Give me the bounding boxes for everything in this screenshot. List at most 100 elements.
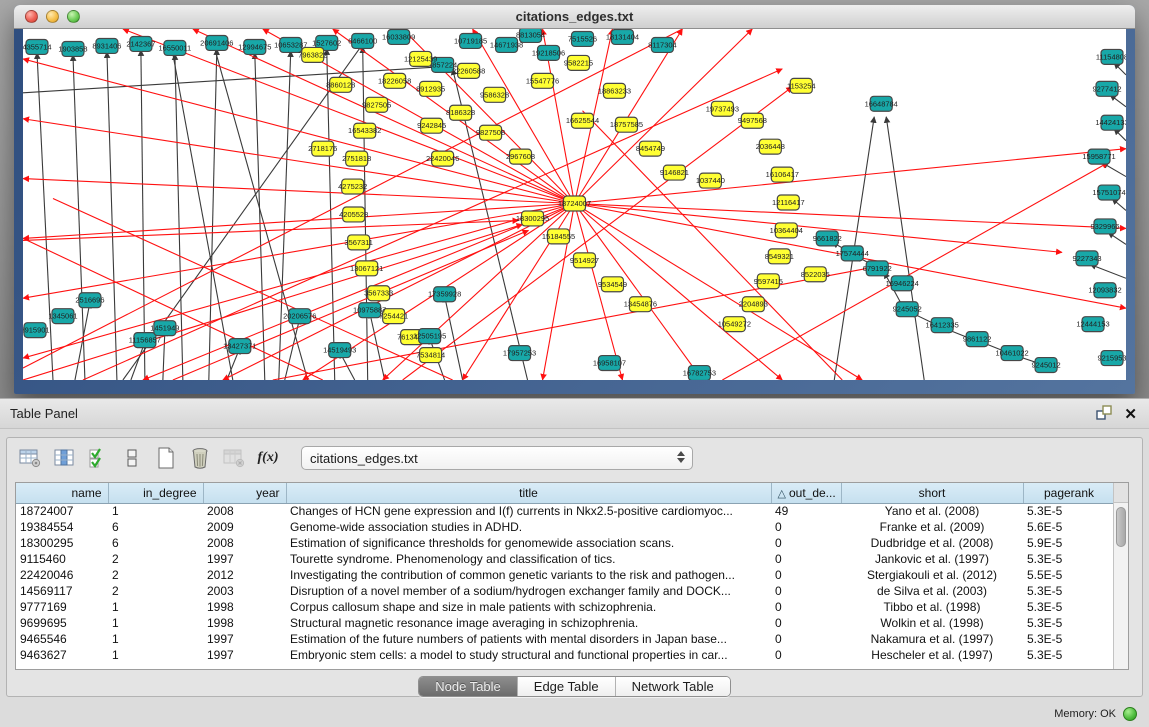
column-header-name[interactable]: name bbox=[16, 483, 108, 503]
table-selector-dropdown[interactable]: citations_edges.txt bbox=[301, 446, 693, 470]
network-node[interactable]: 1153254 bbox=[787, 78, 816, 93]
network-node[interactable]: 8860128 bbox=[326, 77, 355, 92]
network-node[interactable]: 17957253 bbox=[503, 346, 536, 361]
network-node[interactable]: 14424133 bbox=[1095, 115, 1126, 130]
function-builder-icon[interactable]: f(x) bbox=[253, 444, 283, 472]
network-node[interactable]: 1903858 bbox=[58, 41, 87, 56]
network-node[interactable]: 8813054 bbox=[516, 29, 545, 42]
network-node[interactable]: 6791922 bbox=[863, 261, 892, 276]
table-row[interactable]: 1938455462009Genome-wide association stu… bbox=[16, 519, 1115, 535]
table-row[interactable]: 1830029562008Estimation of significance … bbox=[16, 535, 1115, 551]
delete-columns-icon[interactable] bbox=[185, 444, 215, 472]
network-node[interactable]: 2516696 bbox=[75, 293, 104, 308]
vertical-scrollbar[interactable] bbox=[1113, 483, 1128, 669]
network-node[interactable]: 14519493 bbox=[323, 343, 356, 358]
network-node[interactable]: 9582215 bbox=[564, 55, 593, 70]
citation-edge-red[interactable] bbox=[123, 29, 575, 204]
network-node[interactable]: 18863233 bbox=[598, 83, 631, 98]
network-node[interactable]: 7534814 bbox=[416, 348, 445, 363]
column-header-out_de[interactable]: △out_de... bbox=[771, 483, 841, 503]
network-node[interactable]: 15184555 bbox=[542, 229, 575, 244]
network-node[interactable]: 8454749 bbox=[636, 141, 665, 156]
citation-edge-red[interactable] bbox=[173, 230, 529, 380]
network-node[interactable]: 9245012 bbox=[1032, 358, 1061, 373]
scrollbar-thumb[interactable] bbox=[1116, 507, 1126, 547]
citation-edge-red[interactable] bbox=[23, 220, 519, 240]
network-node[interactable]: 16033809 bbox=[382, 29, 415, 44]
network-node[interactable]: 9245052 bbox=[893, 302, 922, 317]
network-node[interactable]: 9661822 bbox=[813, 231, 842, 246]
network-node[interactable]: 2751818 bbox=[342, 151, 371, 166]
network-node[interactable]: 1037440 bbox=[696, 173, 725, 188]
network-node[interactable]: 2036448 bbox=[756, 139, 785, 154]
network-node[interactable]: 9827508 bbox=[476, 125, 505, 140]
citation-edge-black[interactable] bbox=[1090, 264, 1126, 278]
network-node[interactable]: 16946224 bbox=[886, 276, 919, 291]
network-node[interactable]: 12093832 bbox=[1088, 283, 1121, 298]
table-row[interactable]: 946362711997Embryonic stem cells: a mode… bbox=[16, 647, 1115, 663]
network-node[interactable]: 4205528 bbox=[339, 207, 368, 222]
column-header-in_degree[interactable]: in_degree bbox=[108, 483, 203, 503]
zoom-window-icon[interactable] bbox=[67, 10, 80, 23]
column-header-short[interactable]: short bbox=[841, 483, 1023, 503]
citation-edge-black[interactable] bbox=[73, 55, 85, 380]
network-node[interactable]: 16412335 bbox=[926, 318, 959, 333]
close-panel-icon[interactable]: ✕ bbox=[1124, 407, 1137, 423]
citation-edge-red[interactable] bbox=[575, 204, 1127, 229]
close-window-icon[interactable] bbox=[25, 10, 38, 23]
network-node[interactable]: 8522035 bbox=[801, 267, 830, 282]
network-view[interactable]: 4355714190385889314062142367165500112069… bbox=[23, 29, 1126, 380]
network-node[interactable]: 2204893 bbox=[739, 297, 768, 312]
network-node[interactable]: 13067121 bbox=[350, 261, 383, 276]
network-node[interactable]: 16625544 bbox=[566, 113, 599, 128]
network-node[interactable]: 16543382 bbox=[348, 123, 381, 138]
citation-edge-black[interactable] bbox=[215, 49, 308, 380]
network-node[interactable]: 8186328 bbox=[446, 105, 475, 120]
network-node[interactable]: 7515526 bbox=[568, 31, 597, 46]
network-node[interactable]: 7963822 bbox=[298, 47, 327, 62]
citation-edge-black[interactable] bbox=[107, 52, 117, 380]
network-node[interactable]: 14671938 bbox=[490, 37, 523, 52]
network-node[interactable]: 9597415 bbox=[754, 274, 783, 289]
network-node[interactable]: 18226058 bbox=[378, 73, 411, 88]
network-node[interactable]: 12444153 bbox=[1076, 317, 1109, 332]
network-node[interactable]: 2718176 bbox=[308, 141, 337, 156]
network-node[interactable]: 9215953 bbox=[1097, 351, 1126, 366]
network-node[interactable]: 17359928 bbox=[428, 287, 461, 302]
citation-edge-red[interactable] bbox=[575, 204, 703, 380]
network-node[interactable]: 4355714 bbox=[23, 39, 52, 54]
column-header-title[interactable]: title bbox=[286, 483, 771, 503]
network-node[interactable]: 8117304 bbox=[648, 37, 677, 52]
table-row[interactable]: 946554611997Estimation of the future num… bbox=[16, 631, 1115, 647]
network-node[interactable]: 11154808 bbox=[1096, 49, 1126, 64]
network-canvas[interactable]: 4355714190385889314062142367165500112069… bbox=[23, 29, 1126, 380]
network-node[interactable]: 9329966 bbox=[1090, 219, 1119, 234]
show-columns-icon[interactable] bbox=[49, 444, 79, 472]
network-node[interactable]: 16958107 bbox=[593, 356, 626, 371]
minimize-window-icon[interactable] bbox=[46, 10, 59, 23]
network-node[interactable]: 8912935 bbox=[416, 81, 445, 96]
citation-edge-black[interactable] bbox=[886, 117, 924, 380]
network-node[interactable]: 10364404 bbox=[770, 223, 803, 238]
network-node[interactable]: 19737493 bbox=[706, 101, 739, 116]
network-node[interactable]: 9861122 bbox=[963, 332, 992, 347]
table-settings-icon[interactable] bbox=[15, 444, 45, 472]
network-node[interactable]: 16782753 bbox=[683, 366, 716, 380]
network-node[interactable]: 3915901 bbox=[23, 323, 50, 338]
network-node[interactable]: 22260588 bbox=[452, 63, 485, 78]
network-node[interactable]: 1345061 bbox=[48, 309, 77, 324]
table-row[interactable]: 977716911998Corpus callosum shape and si… bbox=[16, 599, 1115, 615]
table-row[interactable]: 911546021997Tourette syndrome. Phenomeno… bbox=[16, 551, 1115, 567]
network-node[interactable]: 19218506 bbox=[532, 45, 565, 60]
network-node[interactable]: 3567311 bbox=[344, 235, 373, 250]
network-node[interactable]: 15547776 bbox=[526, 73, 559, 88]
network-node[interactable]: 1451949 bbox=[150, 321, 179, 336]
network-node[interactable]: 9242845 bbox=[417, 118, 446, 133]
tab-edge-table[interactable]: Edge Table bbox=[518, 677, 616, 696]
column-header-year[interactable]: year bbox=[203, 483, 286, 503]
network-node[interactable]: 15958771 bbox=[1082, 149, 1115, 164]
network-node[interactable]: 18131404 bbox=[606, 29, 639, 44]
network-node[interactable]: 16550011 bbox=[159, 40, 192, 55]
network-node[interactable]: 9146821 bbox=[660, 165, 689, 180]
float-panel-icon[interactable] bbox=[1096, 405, 1112, 425]
